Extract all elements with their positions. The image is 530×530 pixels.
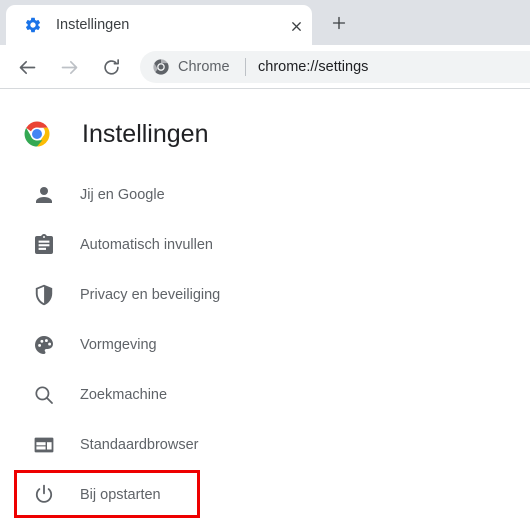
address-bar[interactable]: Chrome chrome://settings — [140, 51, 530, 83]
arrow-right-icon — [61, 60, 77, 74]
palette-icon — [32, 333, 56, 357]
power-icon — [32, 483, 56, 507]
search-icon — [32, 383, 56, 407]
sidebar-item-jij-en-google[interactable]: Jij en Google — [0, 170, 330, 220]
assignment-icon — [32, 233, 56, 257]
url-text: chrome://settings — [258, 59, 369, 75]
sidebar-item-bij-opstarten[interactable]: Bij opstarten — [0, 470, 330, 520]
sidebar-item-zoekmachine[interactable]: Zoekmachine — [0, 370, 330, 420]
shield-icon — [32, 283, 56, 307]
plus-icon — [332, 16, 346, 30]
sidebar-item-label: Privacy en beveiliging — [80, 287, 221, 303]
sidebar-item-automatisch-invullen[interactable]: Automatisch invullen — [0, 220, 330, 270]
chrome-logo-icon — [22, 119, 52, 149]
sidebar-item-label: Automatisch invullen — [80, 237, 213, 253]
sidebar-item-label: Vormgeving — [80, 337, 157, 353]
browser-window: Instellingen Chrome chrome://settings In… — [0, 0, 530, 530]
sidebar-item-label: Bij opstarten — [80, 487, 161, 503]
sidebar-item-label: Standaardbrowser — [80, 437, 199, 453]
back-button[interactable] — [14, 54, 40, 80]
close-icon[interactable] — [285, 15, 307, 37]
browser-tab-instellingen[interactable]: Instellingen — [6, 5, 312, 45]
omnibox-separator — [245, 58, 246, 76]
sidebar-item-standaardbrowser[interactable]: Standaardbrowser — [0, 420, 330, 470]
new-tab-button[interactable] — [326, 10, 352, 36]
sidebar-item-label: Jij en Google — [80, 187, 165, 203]
tab-strip: Instellingen — [0, 0, 530, 45]
sidebar-item-label: Zoekmachine — [80, 387, 168, 403]
reload-button[interactable] — [98, 54, 124, 80]
tab-title: Instellingen — [56, 17, 130, 33]
forward-button[interactable] — [56, 54, 82, 80]
gear-icon — [24, 16, 42, 34]
settings-page: Instellingen Jij en Google Automatisch i… — [0, 89, 530, 530]
web-asset-icon — [32, 433, 56, 457]
sidebar-item-vormgeving[interactable]: Vormgeving — [0, 320, 330, 370]
security-chip-label: Chrome — [178, 59, 230, 75]
settings-sidebar-menu: Jij en Google Automatisch invullen Priva… — [0, 170, 530, 520]
reload-icon — [103, 58, 119, 75]
person-icon — [32, 183, 56, 207]
chrome-logo-icon — [152, 58, 170, 76]
sidebar-item-privacy-en-beveiliging[interactable]: Privacy en beveiliging — [0, 270, 330, 320]
page-title: Instellingen — [82, 120, 209, 148]
arrow-left-icon — [19, 60, 35, 74]
settings-header: Instellingen — [0, 105, 530, 161]
